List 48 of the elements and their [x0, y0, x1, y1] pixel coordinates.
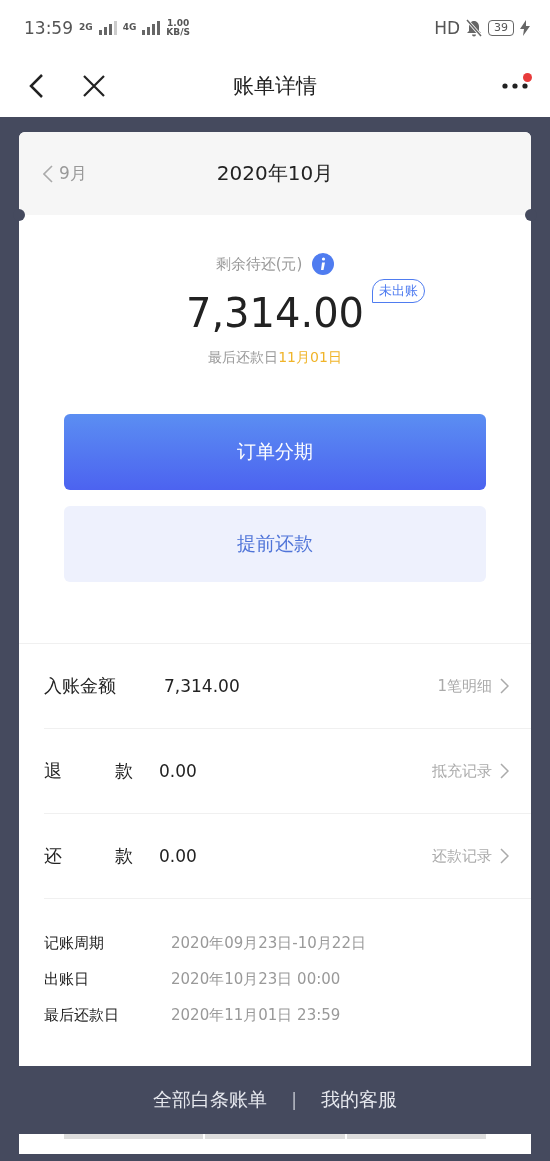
row-value: 0.00: [159, 761, 198, 781]
back-button[interactable]: [28, 73, 46, 99]
detail-value: 2020年11月01日 23:59: [171, 1005, 342, 1026]
status-badge: 未出账: [372, 279, 426, 303]
battery-level: 39: [488, 19, 514, 36]
chevron-right-icon: [500, 763, 509, 779]
speed-value: 1.00: [167, 18, 190, 28]
record-link[interactable]: 1笔明细: [437, 676, 509, 696]
balance-label: 剩余待还(元): [215, 254, 303, 274]
detail-value: 2020年10月23日 00:00: [171, 969, 342, 990]
muted-bell-icon: [466, 18, 482, 37]
row-label: 入账金额: [44, 674, 116, 698]
previous-month-button[interactable]: 9月: [43, 162, 87, 185]
chevron-left-icon: [43, 164, 53, 183]
due-date-text: 最后还款日 11月01日: [208, 349, 342, 367]
balance-amount: 7,314.00: [185, 289, 365, 338]
record-link[interactable]: 还款记录: [432, 846, 509, 866]
info-icon[interactable]: [312, 253, 335, 275]
hd-label: HD: [434, 17, 460, 38]
detail-label: 最后还款日: [44, 1005, 120, 1026]
page-title: 账单详情: [233, 73, 317, 100]
charging-icon: [520, 19, 530, 36]
prepay-button[interactable]: 提前还款: [64, 506, 486, 582]
separator: |: [291, 1090, 297, 1110]
signal-icon: [142, 20, 161, 35]
close-button[interactable]: [82, 74, 106, 98]
detail-label: 记账周期: [44, 933, 105, 954]
network-label: 2G: [79, 23, 93, 32]
footer-link[interactable]: 我的客服: [320, 1087, 397, 1113]
month-title: 2020年10月: [216, 160, 334, 187]
row-label: 退: [44, 759, 62, 783]
speed-unit: KB/S: [166, 27, 190, 37]
detail-label: 出账日: [44, 969, 90, 990]
row-label: 还: [44, 844, 62, 868]
more-button[interactable]: [502, 83, 528, 89]
detail-value: 2020年09月23日-10月22日: [171, 933, 367, 954]
row-value: 7,314.00: [164, 676, 241, 696]
row-label: 款: [115, 844, 133, 868]
signal-icon: [98, 20, 117, 35]
clock-time: 13:59: [24, 17, 73, 38]
chevron-right-icon: [500, 678, 509, 694]
row-label: 款: [115, 759, 133, 783]
footer-link[interactable]: 全部白条账单: [153, 1087, 268, 1113]
row-value: 0.00: [159, 846, 198, 866]
chevron-right-icon: [500, 848, 509, 864]
installment-button[interactable]: 订单分期: [64, 414, 486, 490]
record-link[interactable]: 抵充记录: [432, 761, 509, 781]
network-label: 4G: [122, 23, 137, 32]
